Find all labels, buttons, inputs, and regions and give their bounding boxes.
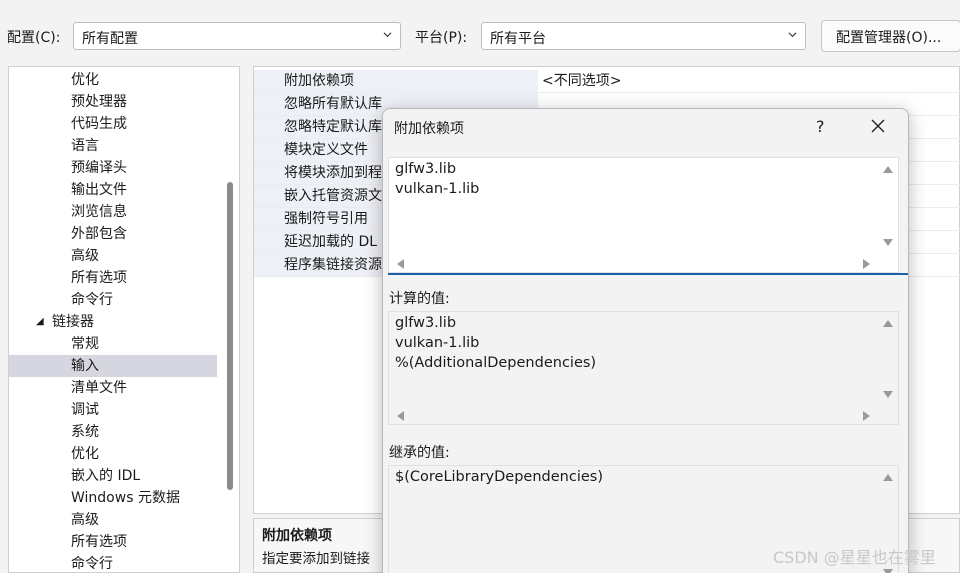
computed-values-label: 计算的值: — [389, 291, 450, 307]
tree-item-label: 所有选项 — [71, 270, 127, 286]
config-combobox[interactable]: 所有配置 — [73, 22, 401, 50]
tree-item[interactable]: 所有选项 — [9, 531, 217, 553]
scroll-right-icon[interactable] — [863, 411, 870, 421]
tree-item-label: 预编译头 — [71, 160, 127, 176]
tree-item-label: 预处理器 — [71, 94, 127, 110]
property-tree[interactable]: 优化 预处理器 代码生成 语言 预编译头 输出文件 浏览信息 外部包含 高级 所有选项 命令行 ◢ 链接… — [8, 66, 240, 573]
scroll-up-icon[interactable] — [883, 474, 893, 481]
scroll-left-icon[interactable] — [397, 259, 404, 269]
tree-item-label: 所有选项 — [71, 534, 127, 550]
help-button[interactable]: ? — [816, 117, 825, 136]
vertical-scrollbar[interactable] — [878, 312, 898, 406]
inherited-values-label: 继承的值: — [389, 445, 450, 461]
tree-item-label: 代码生成 — [71, 116, 127, 132]
tree-item[interactable]: 调试 — [9, 399, 217, 421]
tree-item[interactable]: 输出文件 — [9, 179, 217, 201]
tree-scrollbar[interactable] — [227, 182, 233, 490]
tree-item[interactable]: 语言 — [9, 135, 217, 157]
scroll-up-icon[interactable] — [883, 166, 893, 173]
computed-line: %(AdditionalDependencies) — [395, 355, 597, 371]
description-text: 指定要添加到链接 — [262, 551, 370, 567]
close-icon[interactable] — [871, 119, 885, 133]
config-combobox-value: 所有配置 — [82, 31, 138, 47]
tree-item[interactable]: 常规 — [9, 333, 217, 355]
tree-item[interactable]: 预处理器 — [9, 91, 217, 113]
tree-item-label: 嵌入的 IDL — [71, 468, 141, 484]
description-title: 附加依赖项 — [262, 528, 332, 544]
tree-item-label: 外部包含 — [71, 226, 127, 242]
tree-item-label: 优化 — [71, 72, 99, 88]
tree-item[interactable]: 高级 — [9, 245, 217, 267]
property-name: 附加依赖项 — [254, 70, 538, 92]
tree-item-label: 命令行 — [71, 292, 113, 308]
scroll-down-icon[interactable] — [883, 569, 893, 573]
computed-values-box: glfw3.lib vulkan-1.lib %(AdditionalDepen… — [388, 311, 899, 425]
tree-item[interactable]: 系统 — [9, 421, 217, 443]
tree-item-label: 输入 — [71, 358, 99, 374]
tree-item-label: 语言 — [71, 138, 99, 154]
tree-item-label: Windows 元数据 — [71, 490, 180, 506]
scroll-down-icon[interactable] — [883, 391, 893, 398]
config-label: 配置(C): — [7, 30, 61, 46]
tree-item[interactable]: ◢ 链接器 — [9, 311, 217, 333]
tree-item[interactable]: 代码生成 — [9, 113, 217, 135]
tree-item[interactable]: 外部包含 — [9, 223, 217, 245]
property-value[interactable]: <不同选项> — [538, 70, 621, 92]
tree-item-label: 优化 — [71, 446, 99, 462]
platform-combobox[interactable]: 所有平台 — [481, 22, 806, 50]
tree-item-label: 链接器 — [52, 314, 94, 330]
tree-item-label: 浏览信息 — [71, 204, 127, 220]
tree-item[interactable]: 优化 — [9, 443, 217, 465]
tree-item-label: 调试 — [71, 402, 99, 418]
vertical-scrollbar[interactable] — [878, 158, 898, 254]
inherited-line: $(CoreLibraryDependencies) — [395, 469, 603, 485]
chevron-down-icon — [383, 32, 392, 38]
tree-item[interactable]: 所有选项 — [9, 267, 217, 289]
config-toolbar: 配置(C): 所有配置 平台(P): 所有平台 配置管理器(O)... — [0, 0, 960, 66]
tree-item-label: 清单文件 — [71, 380, 127, 396]
dialog-title: 附加依赖项 — [394, 121, 464, 137]
tree-item[interactable]: 预编译头 — [9, 157, 217, 179]
tree-item[interactable]: 输入 — [9, 355, 217, 377]
additional-dependencies-dialog: 附加依赖项 ? glfw3.lib vulkan-1.lib 计算的值: glf… — [382, 108, 909, 573]
tree-item[interactable]: 浏览信息 — [9, 201, 217, 223]
computed-line: vulkan-1.lib — [395, 335, 480, 351]
property-row[interactable]: 附加依赖项 <不同选项> — [254, 70, 960, 93]
tree-item[interactable]: 高级 — [9, 509, 217, 531]
horizontal-scrollbar[interactable] — [389, 406, 878, 424]
platform-combobox-value: 所有平台 — [490, 31, 546, 47]
tree-item[interactable]: 清单文件 — [9, 377, 217, 399]
focus-underline — [388, 273, 908, 275]
scroll-left-icon[interactable] — [397, 411, 404, 421]
horizontal-scrollbar[interactable] — [389, 254, 878, 272]
platform-label: 平台(P): — [415, 30, 468, 46]
watermark: CSDN @星星也在雾里 — [773, 548, 936, 567]
tree-item[interactable]: 命令行 — [9, 289, 217, 311]
scroll-down-icon[interactable] — [883, 239, 893, 246]
edit-line: vulkan-1.lib — [395, 181, 480, 197]
tree-item-label: 高级 — [71, 248, 99, 264]
edit-line: glfw3.lib — [395, 161, 457, 177]
chevron-down-icon — [788, 32, 797, 38]
tree-item-label: 输出文件 — [71, 182, 127, 198]
tree-item-label: 高级 — [71, 512, 99, 528]
computed-line: glfw3.lib — [395, 315, 457, 331]
tree-item[interactable]: 命令行 — [9, 553, 217, 573]
config-manager-button[interactable]: 配置管理器(O)... — [821, 20, 960, 52]
tree-item-label: 常规 — [71, 336, 99, 352]
tree-item-label: 系统 — [71, 424, 99, 440]
scroll-up-icon[interactable] — [883, 320, 893, 327]
scroll-right-icon[interactable] — [863, 259, 870, 269]
tree-item[interactable]: 嵌入的 IDL — [9, 465, 217, 487]
tree-item[interactable]: 优化 — [9, 69, 217, 91]
tree-item[interactable]: Windows 元数据 — [9, 487, 217, 509]
tree-item-label: 命令行 — [71, 556, 113, 572]
expand-caret-icon[interactable]: ◢ — [36, 311, 44, 333]
dependencies-edit-box[interactable]: glfw3.lib vulkan-1.lib — [388, 157, 908, 275]
